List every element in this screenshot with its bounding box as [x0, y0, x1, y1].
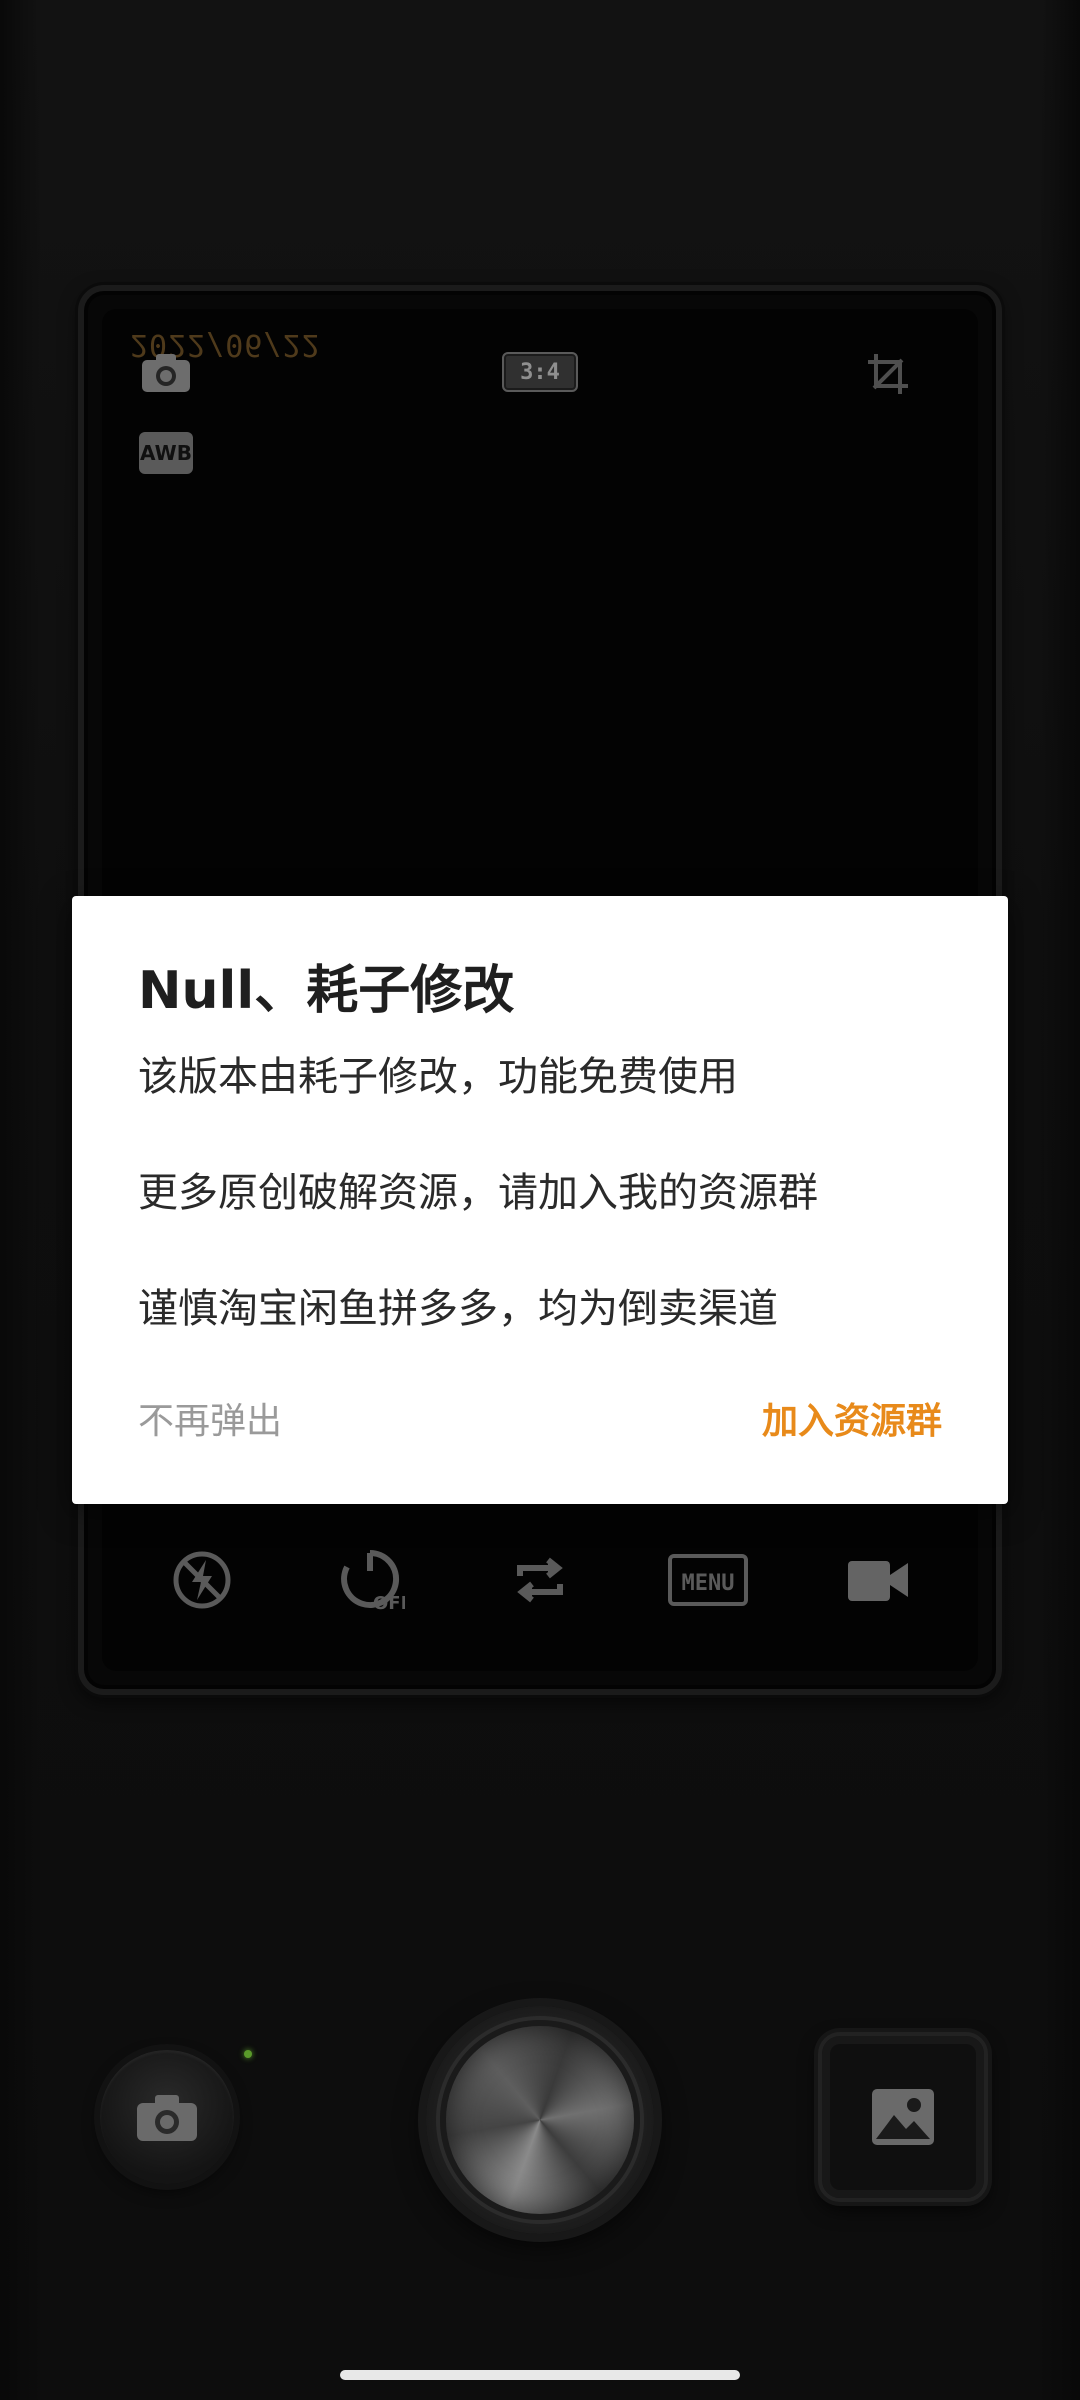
- promo-dialog: Null、耗子修改 该版本由耗子修改，功能免费使用 更多原创破解资源，请加入我的…: [72, 896, 1008, 1504]
- join-group-button[interactable]: 加入资源群: [762, 1392, 942, 1444]
- gallery-button[interactable]: [818, 2032, 988, 2202]
- shutter-button[interactable]: [440, 2020, 640, 2220]
- camera-icon: [137, 2095, 197, 2141]
- gallery-icon: [872, 2089, 934, 2145]
- dialog-message-line: 更多原创破解资源，请加入我的资源群: [138, 1170, 818, 1216]
- dialog-title: Null、耗子修改: [138, 961, 515, 1021]
- dialog-message-line: 该版本由耗子修改，功能免费使用: [138, 1054, 738, 1100]
- dont-show-again-button[interactable]: 不再弹出: [138, 1392, 282, 1444]
- dialog-message-line: 谨慎淘宝闲鱼拼多多，均为倒卖渠道: [138, 1286, 778, 1332]
- switch-camera-button[interactable]: [100, 2050, 234, 2184]
- status-led: [244, 2050, 252, 2058]
- home-indicator[interactable]: [340, 2370, 740, 2380]
